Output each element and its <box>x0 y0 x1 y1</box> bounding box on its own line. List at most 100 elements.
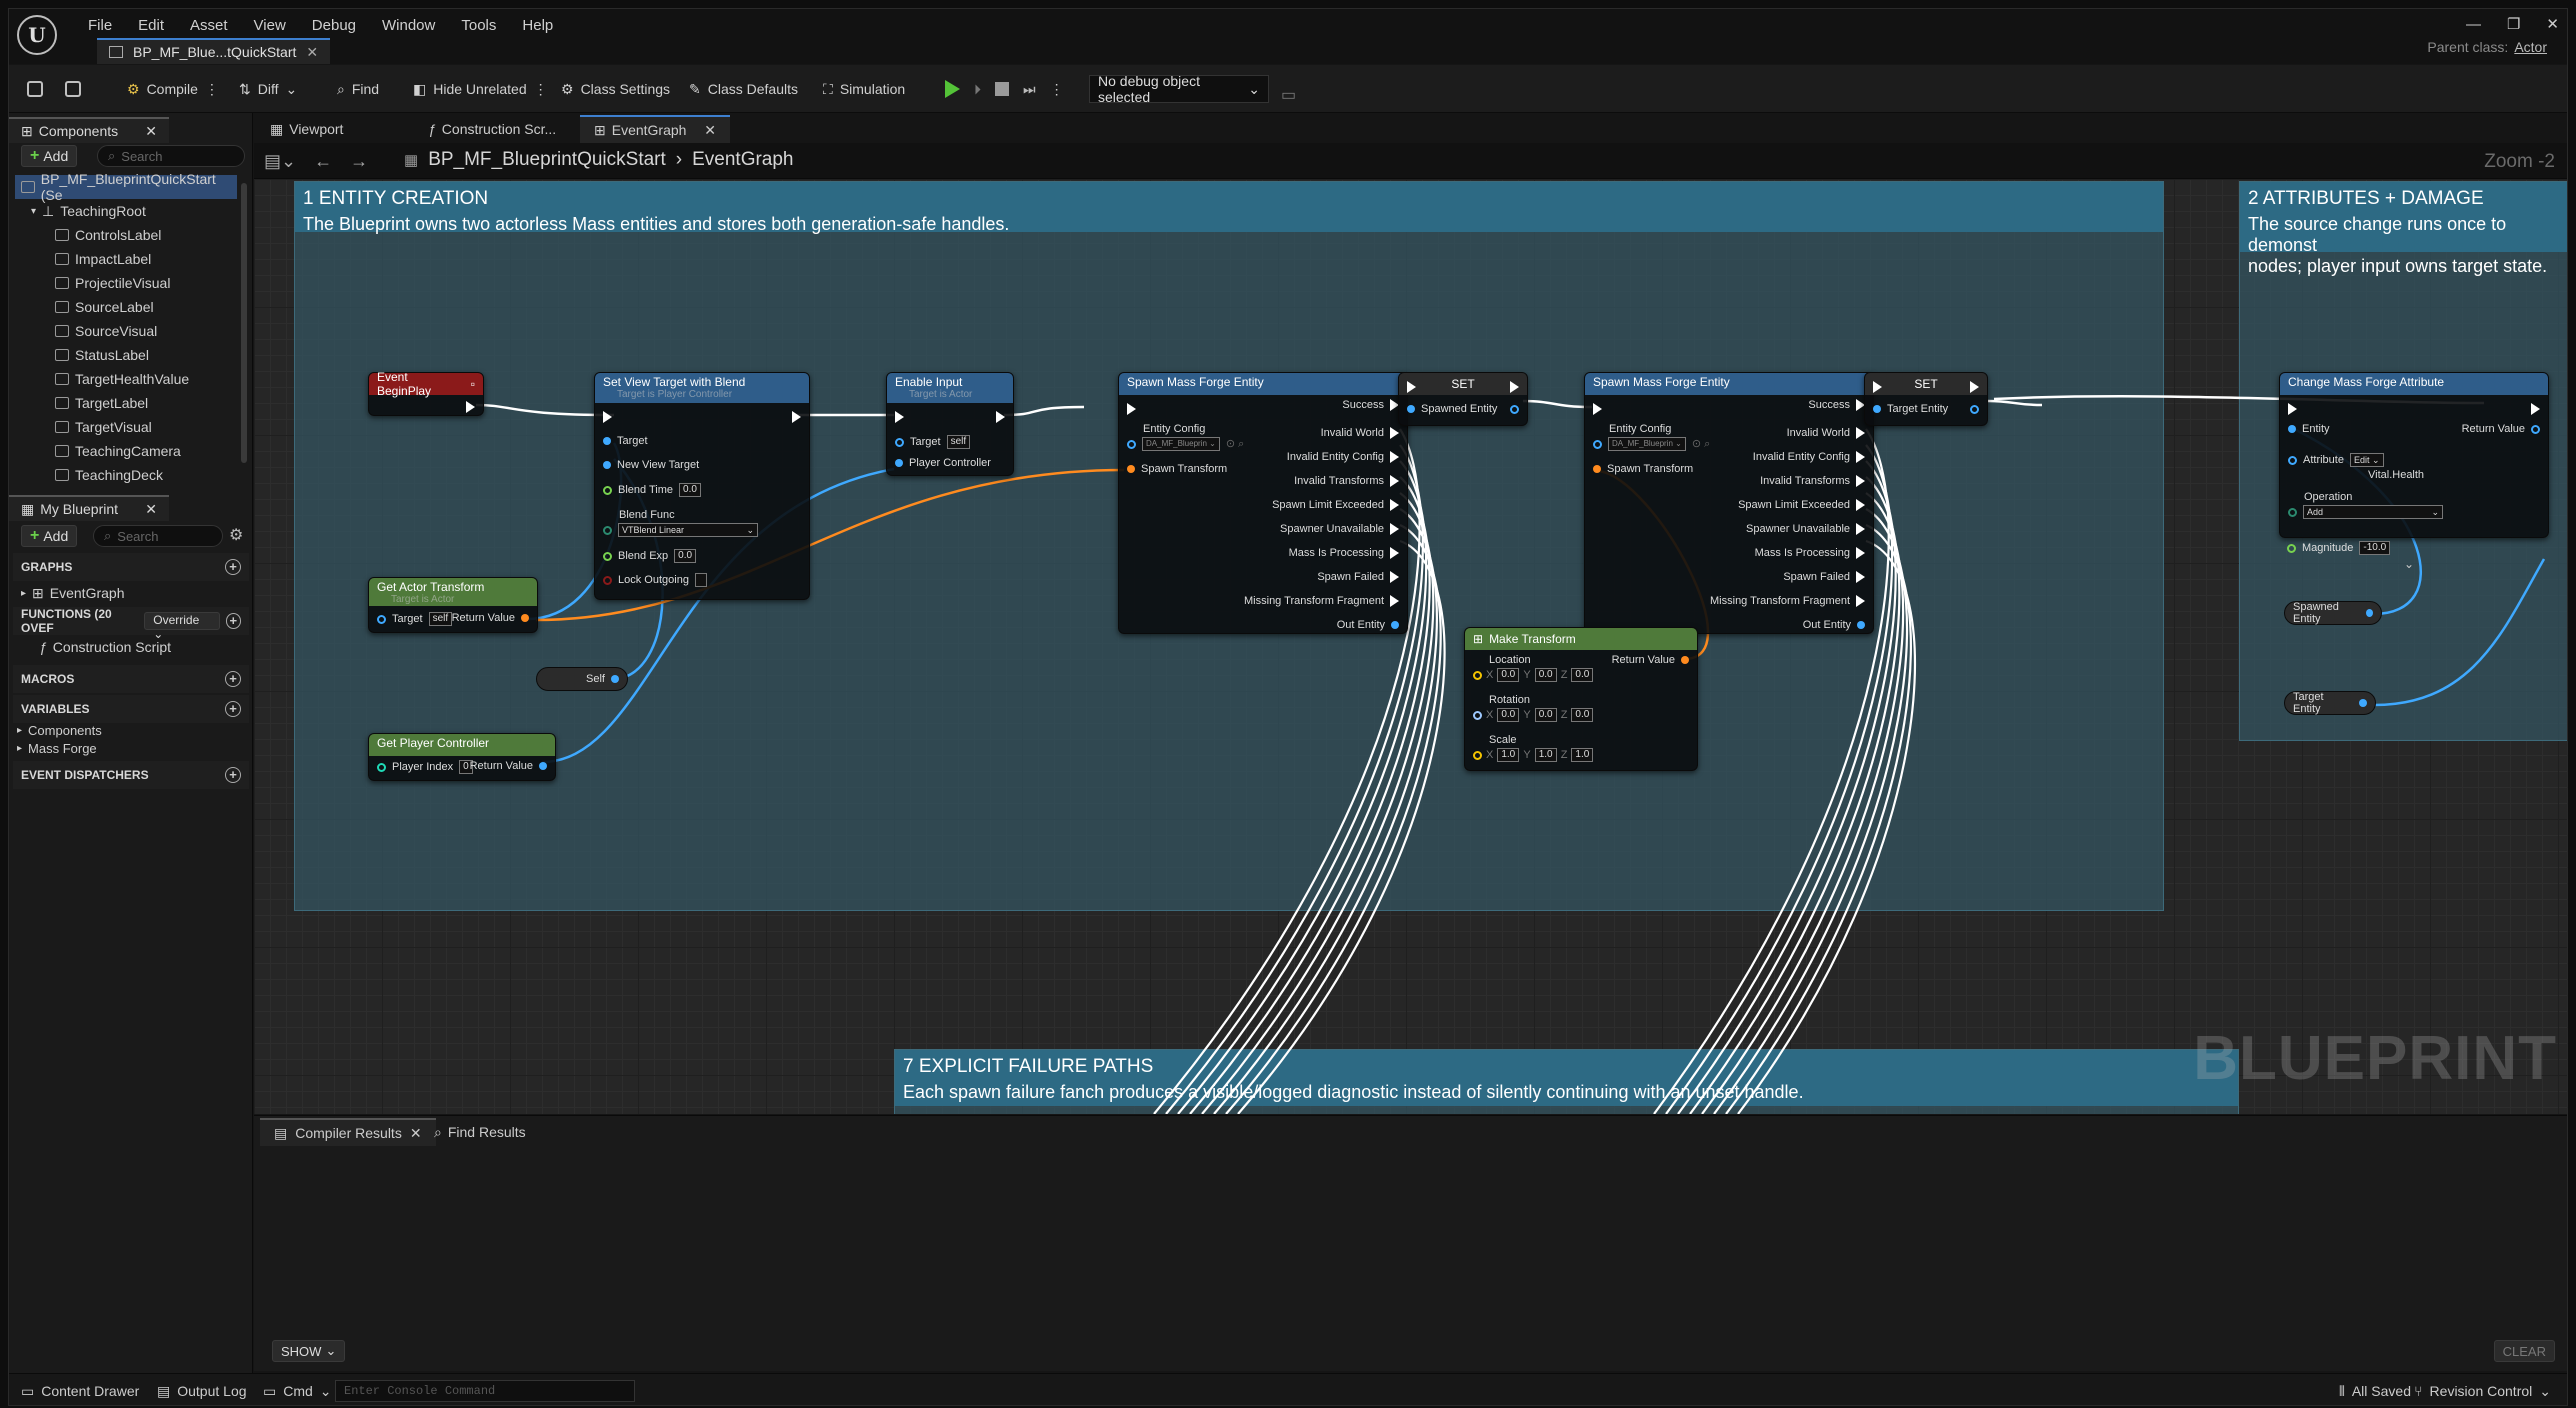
exec-in-pin[interactable] <box>1873 381 1882 393</box>
pin-invalid-entity-config[interactable]: Invalid Entity Config <box>1244 445 1399 469</box>
pin-target[interactable]: Target self <box>377 612 453 626</box>
pin-return-value[interactable]: Return Value <box>452 612 529 624</box>
browse-button[interactable] <box>57 73 89 105</box>
pin-blend-exp[interactable]: Blend Exp 0.0 <box>603 549 697 563</box>
pin-rotation[interactable]: X 0.0 Y 0.0 Z 0.0 <box>1473 708 1594 722</box>
breadcrumb-blueprint[interactable]: BP_MF_BlueprintQuickStart <box>428 149 666 171</box>
pin-player-index[interactable]: Player Index 0 <box>377 760 473 774</box>
tab-eventgraph[interactable]: ⊞ EventGraph ✕ <box>580 115 730 143</box>
exec-out-pin[interactable] <box>792 411 801 423</box>
location-z-field[interactable]: 0.0 <box>1571 668 1594 682</box>
section-graphs[interactable]: GRAPHS + <box>13 553 249 581</box>
operation-select[interactable]: Add ⌄ <box>2303 505 2443 519</box>
tab-viewport[interactable]: ▦ Viewport <box>256 115 357 143</box>
component-item[interactable]: ProjectileVisual <box>55 271 170 295</box>
class-defaults-button[interactable]: ✎ Class Defaults <box>681 73 806 105</box>
node-enable-input[interactable]: Enable Input Target is Actor Target self P… <box>886 372 1014 476</box>
debug-object-select[interactable]: No debug object selected ⌄ <box>1089 73 1269 105</box>
pin-player-controller[interactable]: Player Controller <box>895 457 991 469</box>
show-button[interactable]: SHOW ⌄ <box>272 1340 346 1362</box>
browse-asset-icon[interactable]: ⊙ ⌕ <box>1226 437 1244 451</box>
save-button[interactable] <box>19 73 51 105</box>
scale-x-field[interactable]: 1.0 <box>1497 748 1520 762</box>
menu-asset[interactable]: Asset <box>177 17 241 34</box>
exec-out-pin[interactable] <box>1970 381 1979 393</box>
revision-control-button[interactable]: ⑂ Revision Control ⌄ <box>2406 1376 2559 1405</box>
node-event-beginplay[interactable]: Event BeginPlay ▫ <box>368 370 484 416</box>
menu-debug[interactable]: Debug <box>299 17 369 34</box>
add-function-icon[interactable]: + <box>225 613 241 629</box>
close-icon[interactable]: ✕ <box>145 123 157 140</box>
pin-attribute[interactable]: Attribute Edit ⌄ <box>2288 453 2384 467</box>
components-scrollbar[interactable] <box>241 183 247 463</box>
pin-location[interactable]: X 0.0 Y 0.0 Z 0.0 <box>1473 668 1594 682</box>
target-field[interactable]: self <box>946 435 971 449</box>
pin-spawn-failed[interactable]: Spawn Failed <box>1244 565 1399 589</box>
location-y-field[interactable]: 0.0 <box>1534 668 1557 682</box>
clear-button[interactable]: CLEAR <box>2493 1340 2555 1362</box>
component-item[interactable]: SourceLabel <box>55 295 154 319</box>
add-graph-icon[interactable]: + <box>225 559 241 575</box>
component-item[interactable]: TargetVisual <box>55 415 152 439</box>
close-icon[interactable]: ✕ <box>145 501 157 518</box>
node-get-player-controller[interactable]: Get Player Controller Player Index 0 Retu… <box>368 733 556 781</box>
node-get-spawned-entity[interactable]: Spawned Entity <box>2284 601 2382 625</box>
graph-item-eventgraph[interactable]: ▸ ⊞ EventGraph <box>21 581 124 605</box>
close-window-icon[interactable]: ✕ <box>2546 15 2559 33</box>
node-self[interactable]: Self <box>536 667 628 691</box>
pin-spawn-transform[interactable]: Spawn Transform <box>1127 463 1227 475</box>
component-item[interactable]: ImpactLabel <box>55 247 151 271</box>
maximize-icon[interactable]: ❐ <box>2507 15 2520 33</box>
exec-out-pin[interactable] <box>1510 381 1519 393</box>
console-command-input[interactable]: Enter Console Command <box>335 1380 635 1402</box>
tab-find-results[interactable]: ⌕ Find Results <box>420 1118 540 1146</box>
component-item[interactable]: StatusLabel <box>55 343 149 367</box>
override-dropdown[interactable]: Override ⌄ <box>144 612 220 641</box>
menu-edit[interactable]: Edit <box>125 17 177 34</box>
advance-icon[interactable]: ⏭ <box>1023 81 1036 98</box>
exec-in-pin[interactable] <box>1407 381 1416 393</box>
components-search-input[interactable]: ⌕ Search <box>97 145 245 167</box>
more-options-icon[interactable]: ⋮ <box>534 81 548 98</box>
node-set-target-entity[interactable]: SET Target Entity <box>1864 372 1988 426</box>
unreal-logo-icon[interactable]: U <box>17 15 57 55</box>
object-out-pin[interactable] <box>1510 405 1519 414</box>
pin-missing-transform-fragment[interactable]: Missing Transform Fragment <box>1710 589 1865 613</box>
pin-blend-time[interactable]: Blend Time 0.0 <box>603 483 702 497</box>
add-component-button[interactable]: + Add <box>21 145 78 167</box>
graph-options-icon[interactable]: ▤⌄ <box>264 151 296 172</box>
menu-view[interactable]: View <box>241 17 299 34</box>
settings-gear-icon[interactable]: ⚙ <box>229 525 243 545</box>
minimize-icon[interactable]: — <box>2466 16 2481 33</box>
tab-compiler-results[interactable]: ▤ Compiler Results ✕ <box>260 1118 436 1146</box>
tab-components[interactable]: ⊞ Components ✕ <box>9 117 169 143</box>
class-settings-button[interactable]: ⚙ Class Settings <box>553 73 678 105</box>
component-item[interactable]: TargetLabel <box>55 391 148 415</box>
rotation-z-field[interactable]: 0.0 <box>1571 708 1594 722</box>
entity-config-select[interactable]: DA_MF_Blueprin ⌄ <box>1608 437 1686 451</box>
expand-node-icon[interactable]: ⌄ <box>2404 557 2567 577</box>
pin-entity[interactable]: Entity <box>2288 423 2330 435</box>
graph-canvas[interactable]: 1 ENTITY CREATION The Blueprint owns two … <box>254 179 2567 1114</box>
pin-magnitude[interactable]: Magnitude -10.0 <box>2287 541 2391 555</box>
add-member-button[interactable]: + Add <box>21 525 78 547</box>
node-get-target-entity[interactable]: Target Entity <box>2284 691 2376 715</box>
magnitude-field[interactable]: -10.0 <box>2359 541 2391 555</box>
forward-arrow-icon[interactable]: → <box>350 151 368 172</box>
component-root[interactable]: BP_MF_BlueprintQuickStart (Se <box>15 171 237 203</box>
pin-mass-is-processing[interactable]: Mass Is Processing <box>1244 541 1399 565</box>
rotation-y-field[interactable]: 0.0 <box>1534 708 1557 722</box>
pin-spawner-unavailable[interactable]: Spawner Unavailable <box>1244 517 1399 541</box>
exec-out-pin[interactable] <box>996 411 1005 423</box>
menu-tools[interactable]: Tools <box>448 17 509 34</box>
blend-time-field[interactable]: 0.0 <box>679 483 702 497</box>
pin-spawn-failed[interactable]: Spawn Failed <box>1710 565 1865 589</box>
pin-spawner-unavailable[interactable]: Spawner Unavailable <box>1710 517 1865 541</box>
tab-my-blueprint[interactable]: ▦ My Blueprint ✕ <box>9 495 169 521</box>
component-item[interactable]: ControlsLabel <box>55 223 161 247</box>
exec-in-pin[interactable] <box>2288 403 2297 415</box>
variable-category[interactable]: ▸ Mass Forge <box>17 739 97 757</box>
pin-spawn-transform[interactable]: Spawn Transform <box>1593 463 1693 475</box>
scale-y-field[interactable]: 1.0 <box>1534 748 1557 762</box>
play-options-icon[interactable]: ⋮ <box>1050 81 1064 98</box>
